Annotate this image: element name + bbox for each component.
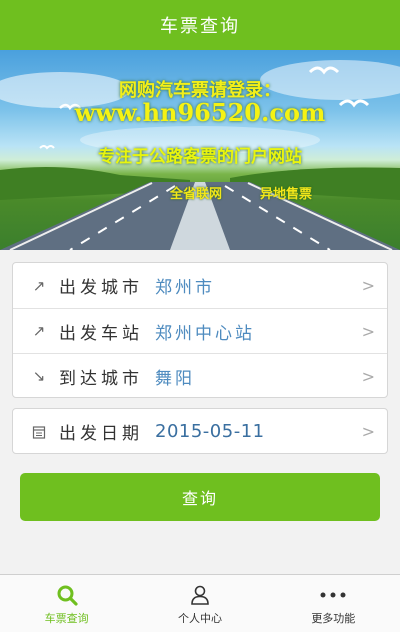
tab-more-functions[interactable]: 更多功能 xyxy=(267,575,400,632)
departure-city-label: 出发城市 xyxy=(59,278,143,298)
arrival-city-label: 到达城市 xyxy=(59,368,143,389)
page-title: 车票查询 xyxy=(160,16,240,37)
arrow-up-right-icon: ↗ xyxy=(32,322,46,340)
chevron-right-icon: > xyxy=(361,367,375,386)
person-icon xyxy=(189,582,211,608)
promo-banner[interactable]: 网购汽车票请登录： www.hn96520.com 专注于公路客票的门户网站 全… xyxy=(0,50,400,250)
calendar-icon xyxy=(31,424,47,440)
bottom-tab-bar: 车票查询 个人中心 更多功能 xyxy=(0,574,400,632)
departure-date-label: 出发日期 xyxy=(59,424,143,444)
departure-date-value: 2015-05-11 xyxy=(155,421,265,442)
tab-label: 个人中心 xyxy=(177,611,222,625)
tab-personal-center[interactable]: 个人中心 xyxy=(133,575,266,632)
tab-label: 车票查询 xyxy=(44,611,89,625)
banner-website-url[interactable]: www.hn96520.com xyxy=(0,98,400,127)
arrival-city-row[interactable]: ↘ 到达城市 舞阳 > xyxy=(13,353,387,398)
banner-tag-network: 全省联网 xyxy=(170,187,223,202)
app-header: 车票查询 xyxy=(0,0,400,50)
route-form: ↗ 出发城市 郑州市 > ↗ 出发车站 郑州中心站 > ↘ 到达城市 舞阳 > xyxy=(12,262,388,398)
more-icon xyxy=(320,582,346,608)
departure-station-value: 郑州中心站 xyxy=(155,323,255,344)
chevron-right-icon: > xyxy=(361,322,375,341)
banner-slogan: 专注于公路客票的门户网站 xyxy=(98,147,302,167)
arrival-city-value: 舞阳 xyxy=(155,368,195,389)
departure-city-value: 郑州市 xyxy=(155,278,215,298)
departure-station-label: 出发车站 xyxy=(59,323,143,344)
date-form: 出发日期 2015-05-11 > xyxy=(12,408,388,454)
chevron-right-icon: > xyxy=(361,422,375,441)
departure-city-row[interactable]: ↗ 出发城市 郑州市 > xyxy=(13,263,387,308)
query-button[interactable]: 查询 xyxy=(20,473,380,521)
arrow-down-right-icon: ↘ xyxy=(32,367,46,385)
arrow-up-right-icon: ↗ xyxy=(32,276,46,295)
departure-station-row[interactable]: ↗ 出发车站 郑州中心站 > xyxy=(13,308,387,353)
tab-label: 更多功能 xyxy=(311,611,356,625)
chevron-right-icon: > xyxy=(361,276,375,295)
tab-ticket-search[interactable]: 车票查询 xyxy=(0,575,133,632)
search-icon xyxy=(56,582,78,608)
departure-date-row[interactable]: 出发日期 2015-05-11 > xyxy=(13,409,387,454)
banner-tag-remote-sale: 异地售票 xyxy=(260,187,313,202)
